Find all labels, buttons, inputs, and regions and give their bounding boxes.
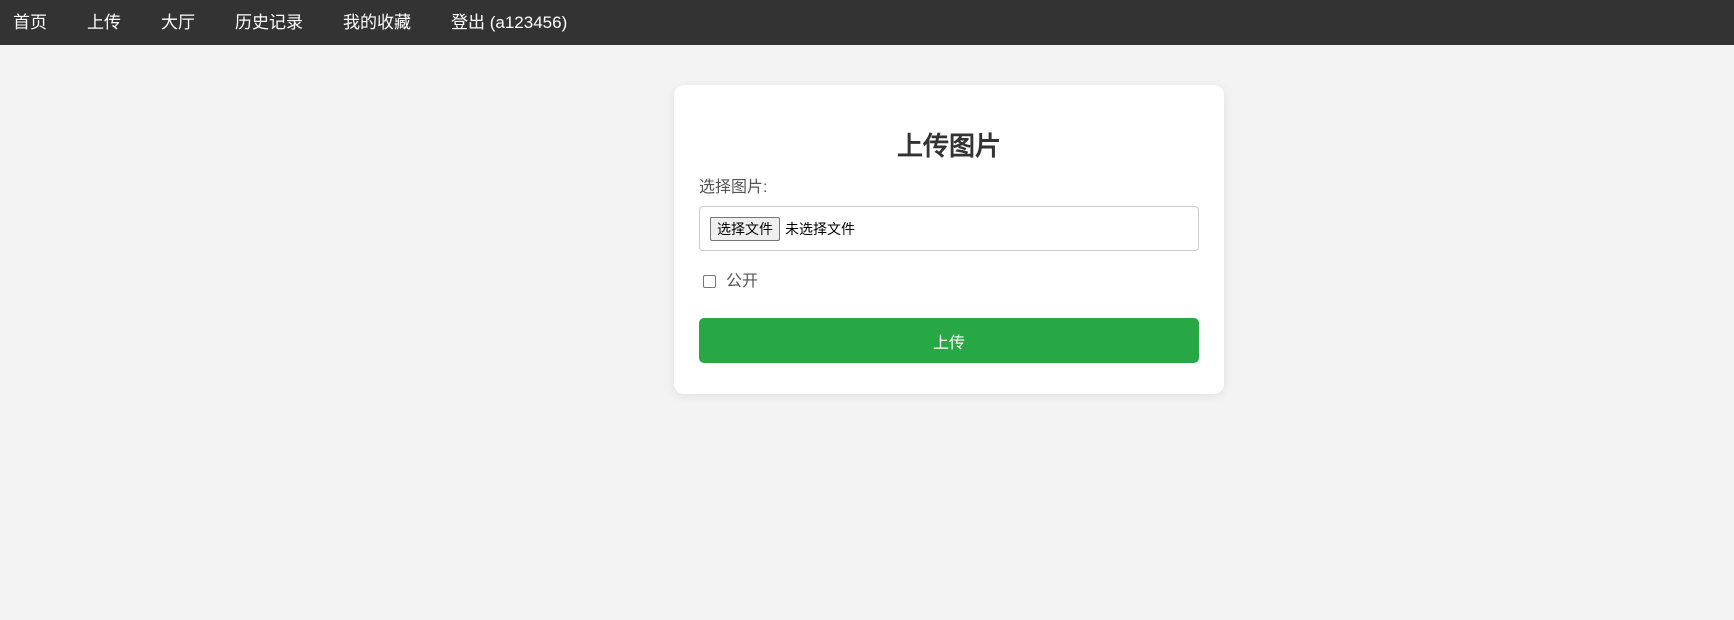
top-navbar: 首页 上传 大厅 历史记录 我的收藏 登出 (a123456) [0, 0, 1734, 45]
file-field-label: 选择图片: [699, 179, 768, 196]
nav-upload-link[interactable]: 上传 [87, 0, 121, 45]
nav-history-link[interactable]: 历史记录 [235, 0, 303, 45]
file-status-text: 未选择文件 [785, 220, 855, 237]
nav-favorites-link[interactable]: 我的收藏 [343, 0, 411, 45]
public-checkbox-label[interactable]: 公开 [726, 267, 758, 291]
nav-home-link[interactable]: 首页 [13, 0, 47, 45]
public-checkbox[interactable] [703, 274, 716, 288]
file-input[interactable]: 选择文件 未选择文件 [699, 206, 1199, 251]
choose-file-button[interactable]: 选择文件 [710, 216, 780, 241]
upload-submit-button[interactable]: 上传 [699, 318, 1199, 363]
nav-logout-link[interactable]: 登出 (a123456) [451, 0, 567, 45]
nav-hall-link[interactable]: 大厅 [161, 0, 195, 45]
public-checkbox-row: 公开 [699, 267, 1199, 291]
upload-card: 上传图片 选择图片: 选择文件 未选择文件 公开 上传 [674, 85, 1224, 394]
